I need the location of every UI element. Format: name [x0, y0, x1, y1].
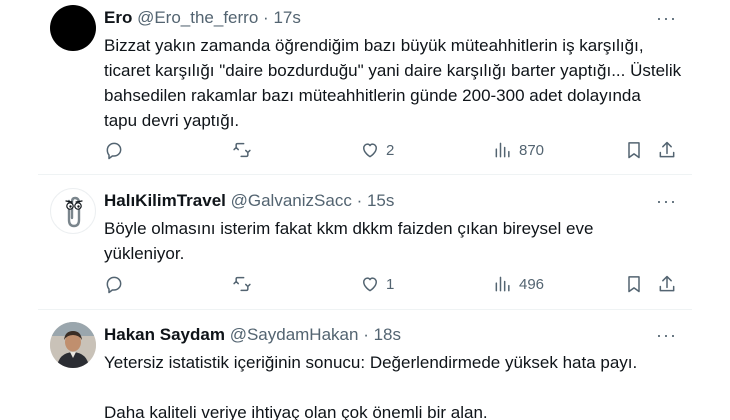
tweet-text-line: yükleniyor.	[104, 244, 185, 263]
tweet-actions: 2 870	[104, 138, 684, 162]
share-button[interactable]	[657, 138, 677, 162]
tweet-text-line: ticaret karşılığı "daire bozdurduğu" yan…	[104, 61, 682, 80]
share-icon	[659, 141, 675, 158]
views-button[interactable]: 870	[493, 138, 544, 162]
separator-dot: ·	[356, 191, 363, 210]
tweet-text: Yetersiz istatistik içeriğinin sonucu: D…	[104, 350, 684, 420]
views-button[interactable]: 496	[493, 272, 544, 296]
tweet-text-line: Yetersiz istatistik içeriğinin sonucu: D…	[104, 353, 638, 372]
tweet-text-line: tapu devri yaptığı.	[104, 111, 240, 130]
retweet-button[interactable]	[232, 138, 252, 162]
views-icon	[495, 276, 510, 292]
reply-icon	[106, 276, 122, 294]
like-button[interactable]: 1	[360, 272, 394, 296]
timeline-feed: Ero @Ero_the_ferro · 17s ··· Bizzat yakı…	[0, 0, 730, 420]
author-name[interactable]: Ero	[104, 8, 132, 27]
paperclip-icon	[65, 196, 83, 228]
tweet-time[interactable]: 17s	[273, 8, 300, 27]
tweet-text-line: Bizzat yakın zamanda öğrendiğim bazı büy…	[104, 36, 644, 55]
tweet-divider	[38, 309, 692, 310]
tweet-text-line	[104, 375, 684, 400]
author-handle[interactable]: @Ero_the_ferro	[137, 8, 258, 27]
avatar[interactable]	[50, 5, 96, 51]
tweet-text: Böyle olmasını isterim fakat kkm dkkm fa…	[104, 216, 684, 266]
tweet-header: Hakan Saydam @SaydamHakan · 18s	[104, 325, 401, 345]
bookmark-button[interactable]	[624, 272, 644, 296]
tweet-text-line: Daha kaliteli veriye ihtiyaç olan çok ön…	[104, 403, 488, 420]
share-button[interactable]	[657, 272, 677, 296]
author-name[interactable]: Hakan Saydam	[104, 325, 225, 344]
avatar[interactable]	[50, 188, 96, 234]
profile-photo-icon	[50, 322, 96, 368]
more-icon[interactable]: ···	[656, 9, 677, 27]
heart-icon	[363, 277, 377, 292]
views-count: 870	[519, 141, 545, 159]
reply-button[interactable]	[104, 138, 124, 162]
author-name[interactable]: HalıKilimTravel	[104, 191, 226, 210]
heart-icon	[363, 143, 377, 158]
separator-dot: ·	[363, 325, 369, 344]
separator-dot: ·	[263, 8, 269, 27]
retweet-button[interactable]	[232, 272, 252, 296]
reply-icon	[106, 142, 122, 160]
tweet-text-line: Böyle olmasını isterim fakat kkm dkkm fa…	[104, 219, 594, 238]
retweet-icon	[233, 276, 251, 292]
tweet-time[interactable]: 18s	[374, 325, 401, 344]
avatar[interactable]	[50, 322, 96, 368]
tweet-time[interactable]: 15s	[367, 191, 394, 210]
more-icon[interactable]: ···	[656, 326, 677, 344]
tweet-divider	[38, 174, 692, 175]
like-count: 1	[386, 275, 395, 293]
bookmark-icon	[628, 276, 640, 293]
like-count: 2	[386, 141, 395, 159]
retweet-icon	[233, 142, 251, 158]
bookmark-icon	[628, 142, 640, 159]
tweet-text: Bizzat yakın zamanda öğrendiğim bazı büy…	[104, 33, 684, 133]
tweet-header: HalıKilimTravel @GalvanizSacc · 15s	[104, 191, 394, 211]
views-count: 496	[519, 275, 545, 293]
tweet-actions: 1 496	[104, 272, 684, 296]
share-icon	[659, 275, 675, 292]
reply-button[interactable]	[104, 272, 124, 296]
author-handle[interactable]: @GalvanizSacc	[231, 191, 352, 210]
tweet-header: Ero @Ero_the_ferro · 17s	[104, 8, 301, 28]
author-handle[interactable]: @SaydamHakan	[230, 325, 359, 344]
views-icon	[495, 142, 510, 158]
bookmark-button[interactable]	[624, 138, 644, 162]
like-button[interactable]: 2	[360, 138, 394, 162]
tweet-text-line: bahsedilen rakamlar bazı müteahhitlerin …	[104, 86, 641, 105]
more-icon[interactable]: ···	[656, 192, 677, 210]
